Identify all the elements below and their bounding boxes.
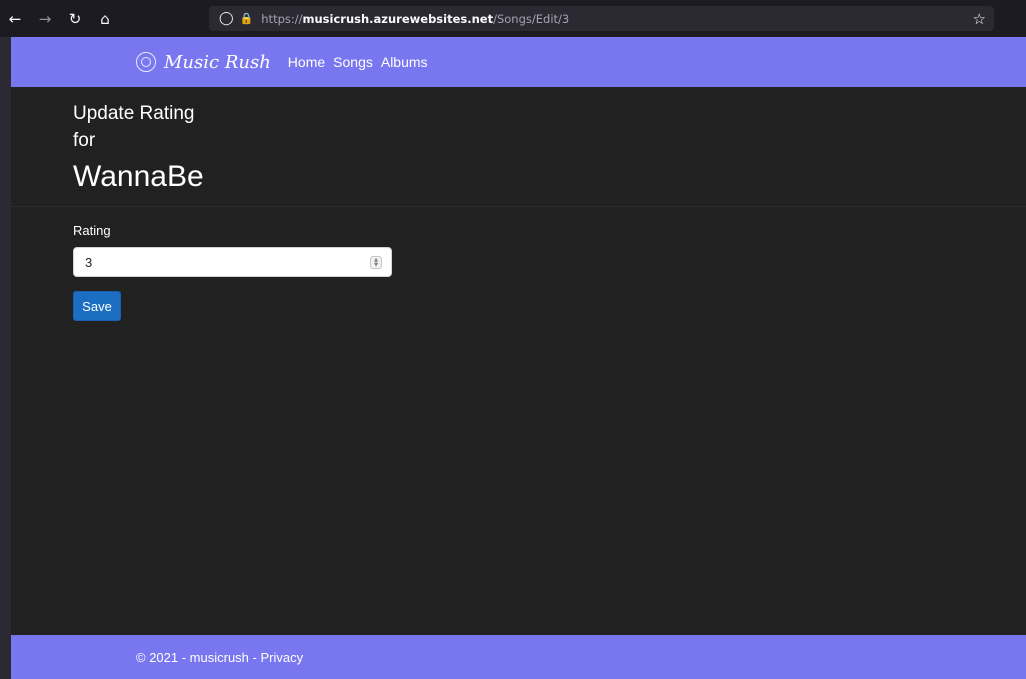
brand[interactable]: Music Rush xyxy=(136,52,271,73)
nav-home-link[interactable]: Home xyxy=(288,54,325,70)
main-nav: Home Songs Albums xyxy=(288,54,436,70)
heading-update-rating: Update Rating xyxy=(73,103,195,124)
url-host: musicrush.azurewebsites.net xyxy=(302,11,494,26)
home-icon[interactable]: ⌂ xyxy=(93,7,117,31)
url-scheme: https:// xyxy=(261,11,303,26)
reload-icon[interactable]: ↻ xyxy=(63,7,87,31)
footer-text: © 2021 - musicrush - Privacy xyxy=(136,650,303,665)
lock-icon[interactable]: 🔒 xyxy=(240,12,254,25)
nav-albums-link[interactable]: Albums xyxy=(381,54,428,70)
bookmark-star-icon[interactable]: ☆ xyxy=(973,10,986,28)
rating-input-box[interactable]: ▲▼ xyxy=(73,247,392,277)
page-viewport: Music Rush Home Songs Albums Update Rati… xyxy=(11,37,1026,679)
divider xyxy=(11,206,1026,207)
number-spinner-icon[interactable]: ▲ ▼ xyxy=(370,256,382,269)
rating-input[interactable] xyxy=(74,254,354,270)
site-header: Music Rush Home Songs Albums xyxy=(11,37,1026,87)
heading-for: for xyxy=(73,130,96,151)
back-icon[interactable]: ← xyxy=(3,7,27,31)
save-button[interactable]: Save xyxy=(73,291,121,321)
copyright-text: © 2021 - musicrush - xyxy=(136,649,261,665)
forward-icon[interactable]: → xyxy=(33,7,57,31)
rating-label: Rating xyxy=(73,223,111,238)
song-title: WannaBe xyxy=(73,160,204,193)
shield-icon[interactable]: ◯ xyxy=(219,11,234,26)
nav-songs-link[interactable]: Songs xyxy=(333,54,373,70)
spiral-logo-icon xyxy=(136,52,156,72)
page-heading: Update Rating for WannaBe xyxy=(73,100,204,195)
url-bar[interactable]: ◯ 🔒 https://musicrush.azurewebsites.net/… xyxy=(209,6,994,31)
rating-form: Rating ▲▼ Save xyxy=(73,223,392,321)
privacy-link[interactable]: Privacy xyxy=(260,650,303,665)
site-footer: © 2021 - musicrush - Privacy xyxy=(11,635,1026,679)
browser-toolbar: ← → ↻ ⌂ ◯ 🔒 https://musicrush.azurewebsi… xyxy=(0,0,1026,37)
url-path: /Songs/Edit/3 xyxy=(493,11,570,26)
url-text[interactable]: https://musicrush.azurewebsites.net/Song… xyxy=(261,12,569,26)
brand-name: Music Rush xyxy=(164,51,271,73)
